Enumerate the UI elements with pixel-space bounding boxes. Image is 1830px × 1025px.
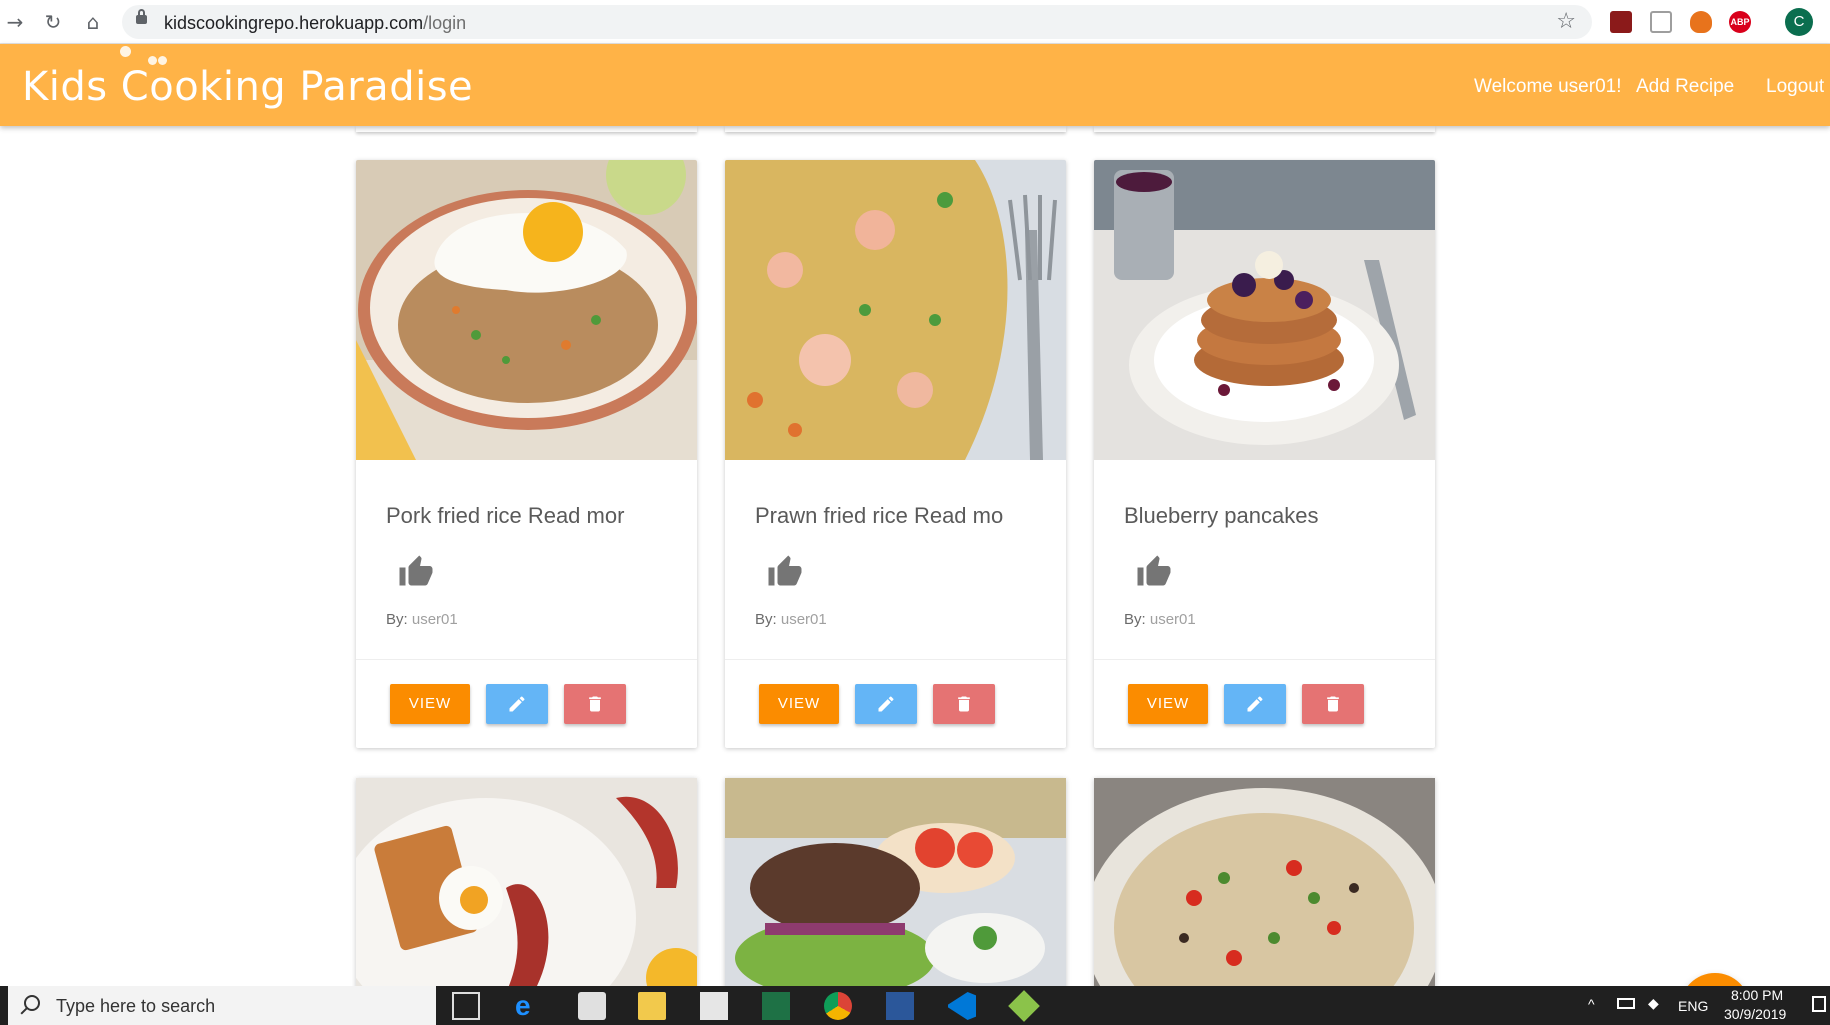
author-line: By: user01 xyxy=(1124,611,1196,628)
excel-icon[interactable] xyxy=(762,992,790,1020)
mail-icon[interactable] xyxy=(700,992,728,1020)
word-icon[interactable] xyxy=(886,992,914,1020)
recipe-card xyxy=(1094,778,1435,986)
chevron-up-icon[interactable]: ^ xyxy=(1588,996,1595,1012)
recipe-card xyxy=(725,778,1066,986)
browser-toolbar: → ↻ ⌂ kidscookingrepo.herokuapp.com/logi… xyxy=(0,0,1830,44)
thumbs-up-icon[interactable] xyxy=(765,554,805,590)
address-bar[interactable]: kidscookingrepo.herokuapp.com/login ☆ xyxy=(122,5,1592,39)
author-line: By: user01 xyxy=(386,611,458,628)
delete-button[interactable] xyxy=(933,684,995,724)
url-text: kidscookingrepo.herokuapp.com/login xyxy=(164,13,467,33)
recipe-card: Prawn fried rice Read mo By: user01 VIEW xyxy=(725,160,1066,748)
recipe-title: Prawn fried rice Read mo xyxy=(755,503,1004,528)
welcome-text: Welcome user01! xyxy=(1474,76,1622,97)
trash-icon xyxy=(958,696,970,712)
add-recipe-link[interactable]: Add Recipe xyxy=(1636,76,1734,98)
recipe-card xyxy=(356,778,697,986)
recipe-image xyxy=(725,778,1066,986)
view-button[interactable]: VIEW xyxy=(759,684,839,724)
recipe-image xyxy=(1094,160,1435,460)
fox-icon[interactable] xyxy=(1690,11,1712,33)
view-button[interactable]: VIEW xyxy=(1128,684,1208,724)
recipe-image xyxy=(356,160,697,460)
taskbar-search[interactable]: Type here to search xyxy=(8,986,436,1025)
bubble-decoration xyxy=(148,56,157,65)
divider xyxy=(1094,659,1435,660)
search-placeholder: Type here to search xyxy=(56,996,216,1016)
battery-icon[interactable] xyxy=(1617,998,1635,1009)
clock-date[interactable]: 30/9/2019 xyxy=(1724,1006,1786,1022)
view-button[interactable]: VIEW xyxy=(390,684,470,724)
adblock-icon[interactable]: ABP xyxy=(1729,11,1751,33)
divider xyxy=(356,659,697,660)
edit-button[interactable] xyxy=(1224,684,1286,724)
search-icon xyxy=(24,995,40,1011)
store-icon[interactable] xyxy=(578,992,606,1020)
trash-icon xyxy=(589,696,601,712)
delete-button[interactable] xyxy=(564,684,626,724)
recipe-image xyxy=(356,778,697,986)
recipe-card: Blueberry pancakes By: user01 VIEW xyxy=(1094,160,1435,748)
divider xyxy=(725,659,1066,660)
recipe-image xyxy=(1094,778,1435,986)
home-icon[interactable]: ⌂ xyxy=(80,9,106,35)
recipe-image xyxy=(725,160,1066,460)
edge-icon[interactable]: e xyxy=(515,992,543,1020)
chrome-icon[interactable] xyxy=(824,992,852,1020)
author-line: By: user01 xyxy=(755,611,827,628)
pencil-icon xyxy=(509,696,525,712)
reload-icon[interactable]: ↻ xyxy=(40,9,66,35)
add-recipe-fab[interactable]: + xyxy=(1680,973,1750,986)
edit-button[interactable] xyxy=(855,684,917,724)
card-edge xyxy=(1094,126,1435,132)
card-edge xyxy=(356,126,697,132)
delete-button[interactable] xyxy=(1302,684,1364,724)
clock-time[interactable]: 8:00 PM xyxy=(1731,987,1783,1003)
app-header: Kids Cooking Paradise Welcome user01! Ad… xyxy=(0,44,1830,126)
back-icon[interactable]: → xyxy=(2,9,28,35)
brand-logo[interactable]: Kids Cooking Paradise xyxy=(22,64,473,110)
bubble-decoration xyxy=(158,56,167,65)
document-icon[interactable] xyxy=(1650,11,1672,33)
thumbs-up-icon[interactable] xyxy=(1134,554,1174,590)
app-icon[interactable] xyxy=(1008,990,1040,1022)
bubble-decoration xyxy=(120,46,131,57)
recipe-title: Pork fried rice Read mor xyxy=(386,503,625,528)
card-edge xyxy=(725,126,1066,132)
bookmark-star-icon[interactable]: ☆ xyxy=(1556,9,1576,34)
task-view-icon[interactable] xyxy=(452,992,480,1020)
recipe-grid: Pork fried rice Read mor By: user01 VIEW… xyxy=(0,126,1830,986)
language-indicator[interactable]: ENG xyxy=(1678,998,1708,1014)
pencil-icon xyxy=(1247,696,1263,712)
file-explorer-icon[interactable] xyxy=(638,992,666,1020)
profile-avatar[interactable]: C xyxy=(1785,8,1813,36)
recipe-card: Pork fried rice Read mor By: user01 VIEW xyxy=(356,160,697,748)
edit-button[interactable] xyxy=(486,684,548,724)
pdf-icon[interactable] xyxy=(1610,11,1632,33)
taskbar: Type here to search e ^ ◆ ENG 8:00 PM 30… xyxy=(0,986,1830,1025)
recipe-title: Blueberry pancakes xyxy=(1124,503,1319,528)
dropbox-icon[interactable]: ◆ xyxy=(1648,995,1659,1012)
pencil-icon xyxy=(878,696,894,712)
vscode-icon[interactable] xyxy=(948,992,976,1020)
logout-link[interactable]: Logout xyxy=(1766,76,1824,98)
trash-icon xyxy=(1327,696,1339,712)
lock-icon xyxy=(136,9,147,24)
thumbs-up-icon[interactable] xyxy=(396,554,436,590)
notification-icon[interactable] xyxy=(1812,996,1826,1012)
